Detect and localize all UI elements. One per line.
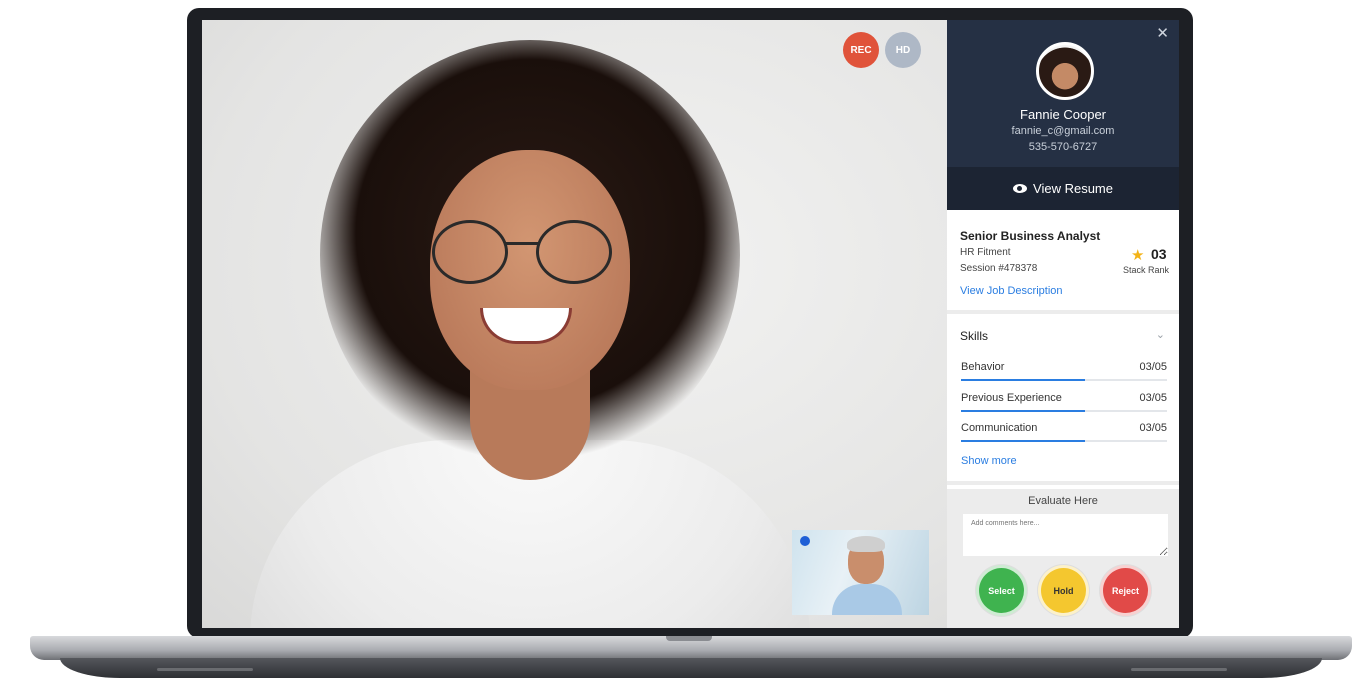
skill-name: Communication xyxy=(961,422,1038,434)
hd-toggle-button[interactable]: HD xyxy=(885,32,921,68)
job-type: HR Fitment xyxy=(960,247,1011,258)
glasses-left-lens xyxy=(432,220,508,284)
skill-row-communication: Communication 03/05 xyxy=(961,422,1167,448)
avatar xyxy=(1036,42,1094,100)
laptop-foot-right xyxy=(1131,668,1227,671)
candidate-panel: ✕ Fannie Cooper fannie_c@gmail.com 535-5… xyxy=(947,20,1179,628)
chevron-down-icon[interactable]: ⌄ xyxy=(1156,328,1165,341)
job-card: Senior Business Analyst HR Fitment Sessi… xyxy=(947,210,1179,314)
candidate-email: fannie_c@gmail.com xyxy=(1011,125,1115,137)
hold-button[interactable]: Hold xyxy=(1038,565,1089,616)
reject-button[interactable]: Reject xyxy=(1100,565,1151,616)
view-resume-button[interactable]: View Resume xyxy=(947,167,1179,210)
view-resume-label: View Resume xyxy=(1033,181,1113,196)
close-icon[interactable]: ✕ xyxy=(1156,24,1169,42)
comments-input[interactable] xyxy=(963,514,1168,556)
skill-name: Previous Experience xyxy=(961,392,1062,404)
skill-score: 03/05 xyxy=(1139,422,1167,434)
skills-title: Skills xyxy=(960,329,989,343)
laptop-notch xyxy=(666,636,712,641)
evaluate-title: Evaluate Here xyxy=(1028,495,1098,507)
skill-score: 03/05 xyxy=(1139,361,1167,373)
skill-progress-track xyxy=(961,410,1167,412)
live-indicator-dot xyxy=(800,536,810,546)
candidate-name: Fannie Cooper xyxy=(1020,107,1106,122)
candidate-profile: ✕ Fannie Cooper fannie_c@gmail.com 535-5… xyxy=(947,20,1179,167)
stack-rank-value: 03 xyxy=(1151,246,1167,262)
skill-progress-track xyxy=(961,379,1167,381)
interviewer-body xyxy=(832,584,902,615)
skill-row-behavior: Behavior 03/05 xyxy=(961,361,1167,387)
app-screen: REC HD ✕ Fannie Cooper fannie_c@gmail.co… xyxy=(202,20,1179,628)
view-job-description-link[interactable]: View Job Description xyxy=(960,285,1063,297)
evaluate-section: Evaluate Here Select Hold Reject xyxy=(947,489,1179,628)
job-title: Senior Business Analyst xyxy=(960,229,1101,243)
session-id: Session #478378 xyxy=(960,263,1038,274)
main-video: REC HD xyxy=(202,20,947,628)
skill-row-previous-experience: Previous Experience 03/05 xyxy=(961,392,1167,418)
candidate-phone: 535-570-6727 xyxy=(1028,141,1098,153)
skill-progress-track xyxy=(961,440,1167,442)
stack-rank-label: Stack Rank xyxy=(1122,265,1169,275)
interviewer-hair xyxy=(847,536,885,552)
skill-progress-fill xyxy=(961,410,1085,412)
select-button[interactable]: Select xyxy=(976,565,1027,616)
skill-progress-fill xyxy=(961,379,1085,381)
show-more-link[interactable]: Show more xyxy=(961,455,1017,467)
glasses-bridge xyxy=(506,242,538,245)
skill-name: Behavior xyxy=(961,361,1005,373)
record-button[interactable]: REC xyxy=(843,32,879,68)
glasses-right-lens xyxy=(536,220,612,284)
skill-progress-fill xyxy=(961,440,1085,442)
laptop-foot-left xyxy=(157,668,253,671)
self-view-video[interactable] xyxy=(792,530,929,615)
skill-score: 03/05 xyxy=(1139,392,1167,404)
eye-icon xyxy=(1013,184,1028,193)
skills-section: Skills ⌄ Behavior 03/05 Previous Experie… xyxy=(947,318,1179,485)
star-icon: ★ xyxy=(1131,247,1145,264)
